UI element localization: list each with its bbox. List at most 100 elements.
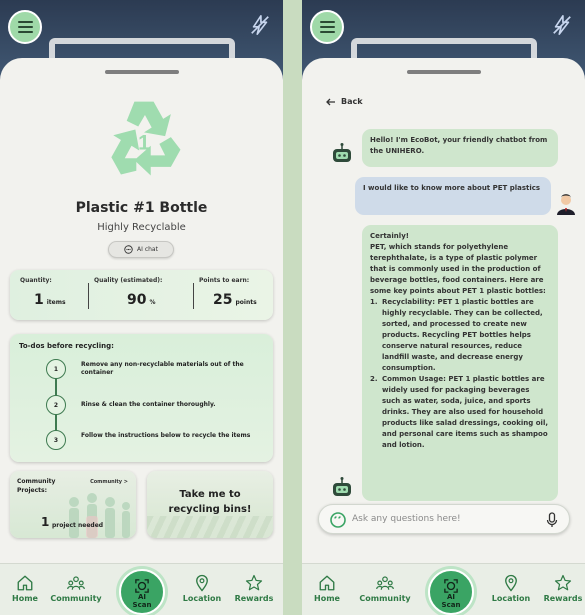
nav-home-label: Home bbox=[12, 594, 38, 603]
answer-intro: Certainly! bbox=[370, 232, 409, 240]
community-link[interactable]: Community > bbox=[90, 479, 128, 485]
people-illustration bbox=[69, 493, 130, 538]
recycling-bins-card[interactable]: Take me to recycling bins! bbox=[147, 471, 273, 538]
take-me-to-bins-label: Take me to recycling bins! bbox=[168, 489, 252, 515]
nav-community-label: Community bbox=[50, 594, 102, 603]
microphone-icon[interactable] bbox=[546, 512, 558, 528]
result-sheet: 1 Plastic #1 Bottle Highly Recyclable AI… bbox=[0, 58, 283, 615]
ai-scan-button[interactable]: AI Scan bbox=[428, 569, 474, 615]
map-illustration bbox=[147, 516, 273, 538]
todo-card: To-dos before recycling: 1 Remove any no… bbox=[10, 334, 273, 462]
flash-off-icon[interactable] bbox=[551, 14, 573, 36]
todo-step-number: 3 bbox=[46, 430, 66, 450]
nav-location-label: Location bbox=[491, 594, 531, 603]
nav-community[interactable]: Community bbox=[358, 574, 412, 610]
bot-message-intro: Hello! I'm EcoBot, your friendly chatbot… bbox=[362, 129, 558, 167]
nav-rewards[interactable]: Rewards bbox=[227, 574, 281, 610]
phone-screen-scan-result: 1 Plastic #1 Bottle Highly Recyclable AI… bbox=[0, 0, 283, 615]
ai-chat-button[interactable]: AI chat bbox=[108, 241, 174, 258]
back-label: Back bbox=[341, 97, 363, 106]
menu-button[interactable] bbox=[310, 10, 344, 44]
nav-rewards-label: Rewards bbox=[543, 594, 583, 603]
points-stat: Points to earn: 25 points bbox=[199, 270, 269, 320]
answer-body: PET, which stands for polyethylene terep… bbox=[370, 243, 546, 295]
nav-rewards-label: Rewards bbox=[234, 594, 274, 603]
star-icon bbox=[554, 574, 572, 591]
ai-scan-label-line2: Scan bbox=[132, 601, 152, 609]
nav-home-label: Home bbox=[314, 594, 340, 603]
community-projects-card[interactable]: Community Projects: Community > 1 projec… bbox=[10, 471, 136, 538]
bottom-nav: Home Community AI Scan Location Rewards bbox=[302, 563, 585, 615]
chat-input[interactable]: Ask any questions here! bbox=[318, 504, 570, 534]
chat-input-placeholder: Ask any questions here! bbox=[352, 514, 461, 524]
chat-bubble-icon bbox=[330, 512, 346, 528]
hamburger-icon bbox=[319, 21, 335, 23]
arrow-left-icon bbox=[326, 98, 335, 105]
quality-stat: Quality (estimated): 90% bbox=[94, 270, 194, 320]
nav-location[interactable]: Location bbox=[175, 574, 229, 610]
todo-step-text: Rinse & clean the container thoroughly. bbox=[81, 401, 216, 408]
scan-icon bbox=[444, 579, 458, 593]
bot-message-answer: Certainly! PET, which stands for polyeth… bbox=[362, 225, 558, 501]
ai-chat-label: AI chat bbox=[137, 246, 158, 253]
nav-home[interactable]: Home bbox=[0, 574, 52, 610]
community-title: Community Projects: bbox=[17, 478, 56, 494]
menu-button[interactable] bbox=[8, 10, 42, 44]
nav-community-label: Community bbox=[359, 594, 411, 603]
product-title: Plastic #1 Bottle bbox=[75, 200, 208, 216]
quantity-stat: Quantity: 1 items bbox=[20, 270, 90, 320]
quality-label: Quality (estimated): bbox=[94, 277, 163, 284]
nav-location[interactable]: Location bbox=[484, 574, 538, 610]
robot-icon bbox=[333, 477, 351, 496]
chat-sheet: Back Hello! I'm EcoBot, your friendly ch… bbox=[302, 58, 585, 615]
stats-card: Quantity: 1 items Quality (estimated): 90… bbox=[10, 270, 273, 320]
answer-points: 1. Recyclability: PET 1 plastic bottles a… bbox=[370, 297, 550, 451]
todo-step-text: Remove any non-recyclable materials out … bbox=[81, 361, 244, 376]
todo-step-number: 2 bbox=[46, 395, 66, 415]
answer-point: 2. Common Usage: PET 1 plastic bottles ar… bbox=[370, 375, 548, 449]
ai-scan-button[interactable]: AI Scan bbox=[119, 569, 165, 615]
recycle-1-icon: 1 bbox=[111, 101, 181, 176]
hamburger-icon bbox=[17, 21, 33, 23]
stat-divider bbox=[88, 283, 89, 309]
nav-location-label: Location bbox=[182, 594, 222, 603]
todo-step-text: Follow the instructions below to recycle… bbox=[81, 432, 251, 439]
product-subtitle: Highly Recyclable bbox=[97, 222, 186, 233]
points-label: Points to earn: bbox=[199, 277, 250, 284]
bottom-nav: Home Community AI Scan Location Rewards bbox=[0, 563, 283, 615]
user-avatar-icon bbox=[557, 194, 575, 215]
quality-value: 90% bbox=[127, 292, 156, 308]
home-icon bbox=[17, 575, 33, 591]
scan-icon bbox=[135, 579, 149, 593]
nav-community[interactable]: Community bbox=[49, 574, 103, 610]
points-value: 25 points bbox=[213, 292, 257, 308]
quantity-value: 1 items bbox=[34, 292, 66, 308]
phone-screen-chatbot: Back Hello! I'm EcoBot, your friendly ch… bbox=[302, 0, 585, 615]
user-message: I would like to know more about PET plas… bbox=[355, 177, 551, 215]
project-count: 1 bbox=[41, 515, 50, 529]
sheet-grabber[interactable] bbox=[406, 70, 481, 74]
todo-step-number: 1 bbox=[46, 359, 66, 379]
robot-icon bbox=[333, 143, 351, 162]
todo-title: To-dos before recycling: bbox=[19, 342, 114, 350]
back-button[interactable]: Back bbox=[326, 97, 363, 106]
people-icon bbox=[67, 576, 85, 590]
ai-scan-label-line1: AI bbox=[137, 593, 147, 601]
chat-bubble-icon bbox=[124, 245, 133, 254]
quantity-label: Quantity: bbox=[20, 277, 52, 284]
star-icon bbox=[245, 574, 263, 591]
project-count-label: project needed bbox=[52, 522, 104, 529]
ai-scan-label-line2: Scan bbox=[441, 601, 461, 609]
home-icon bbox=[319, 575, 335, 591]
location-pin-icon bbox=[196, 574, 208, 592]
answer-point: 1. Recyclability: PET 1 plastic bottles a… bbox=[370, 298, 543, 372]
nav-rewards[interactable]: Rewards bbox=[536, 574, 585, 610]
svg-text:1: 1 bbox=[138, 132, 150, 155]
sheet-grabber[interactable] bbox=[104, 70, 179, 74]
location-pin-icon bbox=[505, 574, 517, 592]
flash-off-icon[interactable] bbox=[249, 14, 271, 36]
nav-home[interactable]: Home bbox=[302, 574, 354, 610]
ai-scan-label-line1: AI bbox=[446, 593, 456, 601]
people-icon bbox=[376, 576, 394, 590]
stat-divider bbox=[193, 283, 194, 309]
